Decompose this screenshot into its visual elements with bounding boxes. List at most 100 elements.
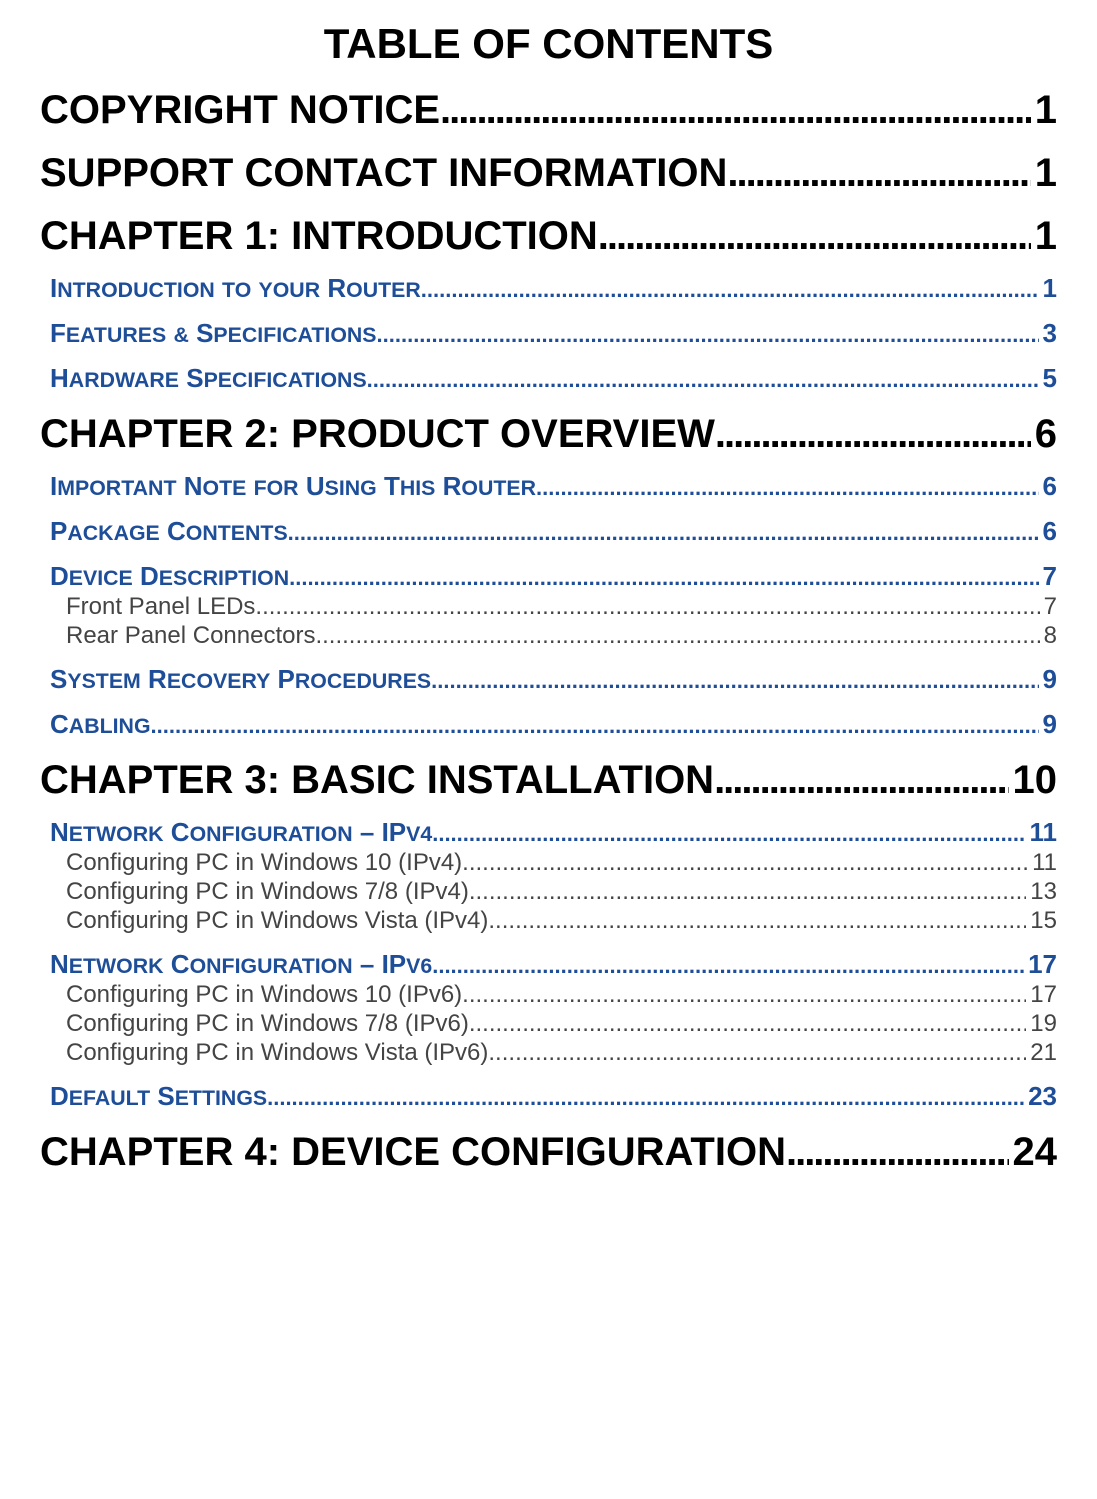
toc-entry[interactable]: Configuring PC in Windows 7/8 (IPv6) ...… [40, 1010, 1057, 1038]
toc-entry[interactable]: Configuring PC in Windows 10 (IPv4) ....… [40, 849, 1057, 877]
toc-entry-leader: ........................................… [440, 88, 1031, 133]
toc-entry-leader: ........................................… [715, 412, 1031, 457]
toc-entry[interactable]: CHAPTER 1: INTRODUCTION ................… [40, 214, 1057, 259]
toc-entry-label: Configuring PC in Windows 10 (IPv4) [66, 849, 462, 877]
toc-entry-leader: ........................................… [431, 668, 1038, 694]
toc-entry[interactable]: Rear Panel Connectors ..................… [40, 622, 1057, 650]
toc-entry-leader: ........................................… [488, 907, 1026, 935]
toc-entry-leader: ........................................… [727, 151, 1030, 196]
toc-entry-label: CHAPTER 3: BASIC INSTALLATION [40, 758, 714, 803]
toc-entry[interactable]: NETWORK CONFIGURATION – IPV4 ...........… [40, 817, 1057, 848]
toc-entry[interactable]: INTRODUCTION TO YOUR ROUTER ............… [40, 273, 1057, 304]
toc-entry-label: Rear Panel Connectors [66, 622, 315, 650]
toc-entry-page: 1 [1031, 214, 1057, 259]
toc-entry-label: DEVICE DESCRIPTION [50, 561, 289, 592]
toc-entry-label: Configuring PC in Windows 7/8 (IPv6) [66, 1010, 469, 1038]
toc-entry-page: 8 [1040, 622, 1057, 650]
toc-entry[interactable]: CHAPTER 4: DEVICE CONFIGURATION ........… [40, 1130, 1057, 1175]
toc-entry[interactable]: SUPPORT CONTACT INFORMATION ............… [40, 151, 1057, 196]
toc-entry-leader: ........................................… [432, 953, 1024, 979]
toc-entry-page: 5 [1039, 363, 1057, 394]
toc-entry-page: 7 [1039, 561, 1057, 592]
toc-entry[interactable]: COPYRIGHT NOTICE .......................… [40, 88, 1057, 133]
toc-entry-label: IMPORTANT NOTE FOR USING THIS ROUTER [50, 471, 536, 502]
toc-entry-leader: ........................................… [267, 1085, 1024, 1111]
toc-entry-label: DEFAULT SETTINGS [50, 1081, 267, 1112]
toc-entry-label: CHAPTER 1: INTRODUCTION [40, 214, 598, 259]
toc-entry[interactable]: Configuring PC in Windows 10 (IPv6) ....… [40, 981, 1057, 1009]
toc-entry-leader: ........................................… [367, 367, 1039, 393]
toc-entry-page: 1 [1031, 88, 1057, 133]
toc-entry-page: 23 [1024, 1081, 1057, 1112]
doc-title: TABLE OF CONTENTS [40, 20, 1057, 68]
toc-entry-label: Configuring PC in Windows Vista (IPv4) [66, 907, 488, 935]
toc-entry-page: 6 [1031, 412, 1057, 457]
toc-entry-label: SYSTEM RECOVERY PROCEDURES [50, 664, 431, 695]
toc-entry-page: 1 [1031, 151, 1057, 196]
toc-entry-label: Configuring PC in Windows Vista (IPv6) [66, 1039, 488, 1067]
toc-entry-leader: ........................................… [255, 593, 1039, 621]
toc-entry-page: 7 [1040, 593, 1057, 621]
toc-entry-page: 13 [1026, 878, 1057, 906]
toc-entry-leader: ........................................… [377, 322, 1039, 348]
toc-entry[interactable]: Front Panel LEDs .......................… [40, 593, 1057, 621]
toc-entry[interactable]: Configuring PC in Windows Vista (IPv4) .… [40, 907, 1057, 935]
toc-entry[interactable]: CHAPTER 2: PRODUCT OVERVIEW ............… [40, 412, 1057, 457]
toc-entry-leader: ........................................… [432, 821, 1025, 847]
toc-entry-label: Configuring PC in Windows 10 (IPv6) [66, 981, 462, 1009]
toc-entry-label: NETWORK CONFIGURATION – IPV4 [50, 817, 432, 848]
toc-entry[interactable]: PACKAGE CONTENTS .......................… [40, 516, 1057, 547]
toc-entry-leader: ........................................… [488, 1039, 1026, 1067]
toc-entry-page: 6 [1039, 471, 1057, 502]
toc-entry-label: FEATURES & SPECIFICATIONS [50, 318, 377, 349]
toc-entry-leader: ........................................… [462, 849, 1028, 877]
toc-entry[interactable]: Configuring PC in Windows Vista (IPv6) .… [40, 1039, 1057, 1067]
toc-entry-leader: ........................................… [469, 1010, 1026, 1038]
toc-entry-leader: ........................................… [462, 981, 1026, 1009]
toc-entry-page: 9 [1039, 709, 1057, 740]
toc-entry-page: 6 [1039, 516, 1057, 547]
toc-entry[interactable]: IMPORTANT NOTE FOR USING THIS ROUTER ...… [40, 471, 1057, 502]
toc-entry-leader: ........................................… [421, 277, 1039, 303]
toc-entry-label: PACKAGE CONTENTS [50, 516, 288, 547]
toc-entry-leader: ........................................… [289, 565, 1038, 591]
toc-entry-page: 24 [1009, 1130, 1058, 1175]
toc-entry[interactable]: CHAPTER 3: BASIC INSTALLATION ..........… [40, 758, 1057, 803]
toc-entry-page: 10 [1009, 758, 1058, 803]
page: TABLE OF CONTENTS COPYRIGHT NOTICE .....… [0, 0, 1097, 1499]
toc-entry-label: Front Panel LEDs [66, 593, 255, 621]
toc-entry-label: CABLING [50, 709, 151, 740]
toc-entry[interactable]: CABLING ................................… [40, 709, 1057, 740]
toc-entry-leader: ........................................… [536, 475, 1038, 501]
toc-entry-label: HARDWARE SPECIFICATIONS [50, 363, 367, 394]
toc-entry[interactable]: DEFAULT SETTINGS .......................… [40, 1081, 1057, 1112]
toc-entry-page: 11 [1028, 849, 1057, 877]
toc-entry-label: CHAPTER 2: PRODUCT OVERVIEW [40, 412, 715, 457]
toc-entry[interactable]: DEVICE DESCRIPTION .....................… [40, 561, 1057, 592]
toc-entry-label: INTRODUCTION TO YOUR ROUTER [50, 273, 421, 304]
toc-entry-page: 21 [1026, 1039, 1057, 1067]
toc-entry-leader: ........................................… [151, 713, 1039, 739]
toc-entry[interactable]: FEATURES & SPECIFICATIONS ..............… [40, 318, 1057, 349]
toc-entry-leader: ........................................… [714, 758, 1008, 803]
toc-entry-page: 19 [1026, 1010, 1057, 1038]
toc-entry-leader: ........................................… [315, 622, 1039, 650]
toc-entry-label: COPYRIGHT NOTICE [40, 88, 440, 133]
toc-entry-leader: ........................................… [598, 214, 1031, 259]
toc-entry-leader: ........................................… [469, 878, 1026, 906]
toc-entry-page: 17 [1026, 981, 1057, 1009]
toc-entry-label: SUPPORT CONTACT INFORMATION [40, 151, 727, 196]
toc-entry-page: 11 [1026, 817, 1058, 848]
toc-entry-label: CHAPTER 4: DEVICE CONFIGURATION [40, 1130, 786, 1175]
toc-entry-page: 9 [1039, 664, 1057, 695]
toc-entry-leader: ........................................… [288, 520, 1039, 546]
toc-entry-leader: ........................................… [786, 1130, 1009, 1175]
toc-container: COPYRIGHT NOTICE .......................… [40, 88, 1057, 1175]
toc-entry-page: 17 [1024, 949, 1057, 980]
toc-entry[interactable]: NETWORK CONFIGURATION – IPV6 ...........… [40, 949, 1057, 980]
toc-entry-label: NETWORK CONFIGURATION – IPV6 [50, 949, 432, 980]
toc-entry-page: 3 [1039, 318, 1057, 349]
toc-entry[interactable]: Configuring PC in Windows 7/8 (IPv4) ...… [40, 878, 1057, 906]
toc-entry[interactable]: HARDWARE SPECIFICATIONS ................… [40, 363, 1057, 394]
toc-entry[interactable]: SYSTEM RECOVERY PROCEDURES .............… [40, 664, 1057, 695]
